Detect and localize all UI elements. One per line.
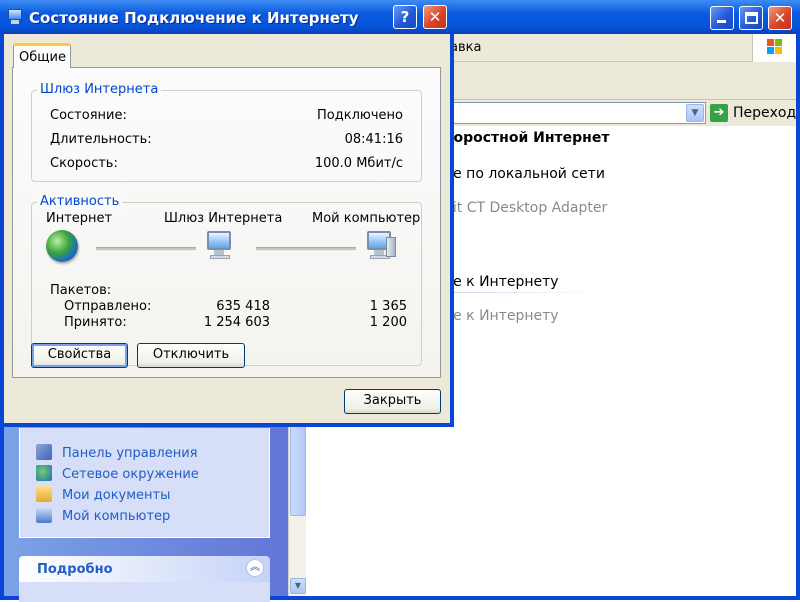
other-places-panel: Панель управления Сетевое окружение Мои … [19,428,270,538]
menu-help[interactable]: авка [450,40,481,55]
activity-group: Активность Интернет Шлюз Интернета Мой к… [31,194,422,366]
address-input[interactable]: ▼ [444,102,706,124]
my-documents-icon [36,486,52,502]
status-value: Подключено [317,108,403,123]
close-icon: ✕ [773,9,787,27]
task-label: Мои документы [62,488,171,503]
internet-globe-icon [46,230,78,262]
section-divider [444,292,604,293]
details-title: Подробно [37,562,113,577]
windows-logo-icon [752,34,796,62]
help-icon: ? [400,8,410,26]
status-label: Состояние: [50,108,127,123]
dialog-title: Состояние Подключение к Интернету [29,9,359,27]
activity-link-line [96,247,196,251]
speed-label: Скорость: [50,156,118,171]
help-button[interactable]: ? [393,5,417,29]
packets-label: Пакетов: [50,283,112,298]
tab-label: Общие [19,50,66,65]
column-internet: Интернет [46,211,113,226]
activity-link-line [256,247,356,251]
column-gateway: Шлюз Интернета [164,211,283,226]
background-close-button[interactable]: ✕ [768,6,792,30]
lan-adapter-name: bit CT Desktop Adapter [444,200,608,216]
received-gateway-value: 1 254 603 [203,315,270,330]
dialog-title-bar[interactable]: Состояние Подключение к Интернету ? ✕ [0,0,454,34]
close-icon: ✕ [428,8,442,26]
scroll-down-icon[interactable]: ▼ [290,578,306,594]
task-label: Сетевое окружение [62,467,199,482]
sent-computer-value: 1 365 [369,299,407,314]
details-panel-header[interactable]: Подробно ︽ [19,556,270,582]
minimize-icon [717,20,726,23]
gateway-group-title: Шлюз Интернета [37,82,162,97]
control-panel-icon [36,444,52,460]
task-my-documents[interactable]: Мои документы [36,486,170,504]
sent-gateway-value: 635 418 [216,299,270,314]
gateway-computer-icon [204,229,238,263]
duration-label: Длительность: [50,132,152,147]
internet-connection-type: ие к Интернету [444,308,559,324]
tab-general[interactable]: Общие [13,43,71,68]
collapse-chevron-icon[interactable]: ︽ [246,559,264,577]
gateway-group: Шлюз Интернета Состояние: Подключено Дли… [31,82,422,182]
minimize-button[interactable] [710,6,734,30]
close-button[interactable]: Закрыть [344,389,441,414]
received-label: Принято: [64,315,127,330]
connection-status-dialog: Состояние Подключение к Интернету ? ✕ Об… [0,0,454,427]
received-computer-value: 1 200 [369,315,407,330]
network-places-icon [36,465,52,481]
duration-value: 08:41:16 [344,132,403,147]
sent-label: Отправлено: [64,299,152,314]
internet-connection-name[interactable]: ие к Интернету [444,274,559,290]
lan-connection-name[interactable]: ие по локальной сети [444,166,605,182]
maximize-button[interactable] [739,6,763,30]
my-computer-icon [364,229,398,263]
activity-group-title: Активность [37,194,123,209]
dialog-client-area: Общие Шлюз Интернета Состояние: Подключе… [4,34,450,423]
properties-button[interactable]: Свойства [31,343,128,368]
speed-value: 100.0 Мбит/с [314,156,403,171]
dialog-close-x-button[interactable]: ✕ [423,5,447,29]
details-panel-body [19,582,270,602]
scrollbar-thumb[interactable] [290,416,306,516]
network-connection-icon [6,8,24,26]
task-network-places[interactable]: Сетевое окружение [36,465,199,483]
chevron-down-icon[interactable]: ▼ [686,104,704,122]
general-tab-page: Шлюз Интернета Состояние: Подключено Дли… [12,67,441,378]
column-my-computer: Мой компьютер [312,211,421,226]
disconnect-button[interactable]: Отключить [137,343,245,368]
task-label: Панель управления [62,446,198,461]
group-heading: коростной Интернет [444,130,610,146]
task-label: Мой компьютер [62,509,171,524]
go-arrow-icon[interactable]: ➔ [710,104,728,122]
go-button[interactable]: Переход [733,105,796,121]
task-control-panel[interactable]: Панель управления [36,444,198,462]
my-computer-icon [36,507,52,523]
maximize-icon [745,12,758,24]
task-my-computer[interactable]: Мой компьютер [36,507,170,525]
